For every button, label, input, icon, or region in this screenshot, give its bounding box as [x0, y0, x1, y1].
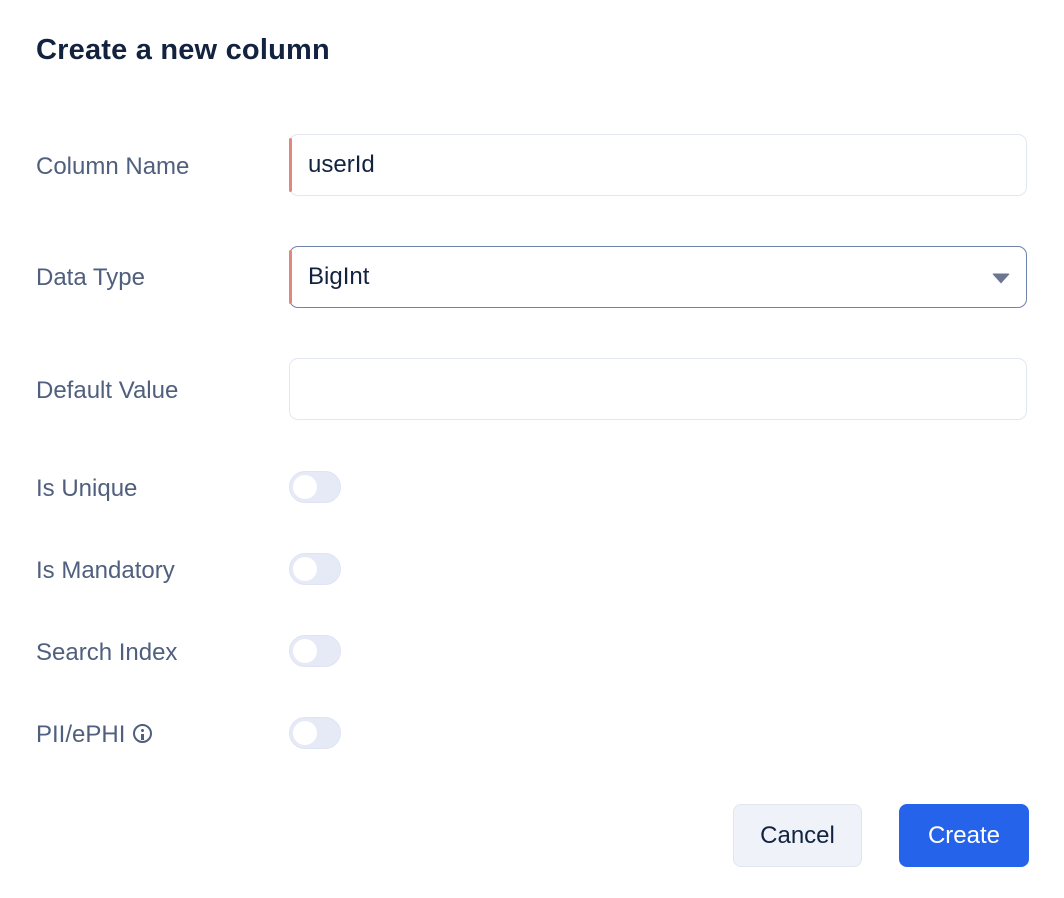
- data-type-value: BigInt: [308, 263, 370, 290]
- cancel-button[interactable]: Cancel: [733, 804, 862, 867]
- column-name-input[interactable]: userId: [288, 134, 1027, 196]
- toggle-knob: [293, 557, 317, 581]
- chevron-down-icon: [992, 273, 1010, 284]
- default-value-label: Default Value: [36, 377, 179, 404]
- pii-ephi-label: PII/ePHI: [36, 721, 126, 748]
- is-mandatory-toggle[interactable]: [289, 553, 341, 585]
- dialog-title: Create a new column: [36, 34, 330, 66]
- is-unique-toggle[interactable]: [289, 471, 341, 503]
- toggle-knob: [293, 639, 317, 663]
- search-index-label: Search Index: [36, 639, 178, 666]
- toggle-knob: [293, 721, 317, 745]
- column-name-label: Column Name: [36, 153, 190, 180]
- is-mandatory-label: Is Mandatory: [36, 557, 175, 584]
- toggle-knob: [293, 475, 317, 499]
- pii-ephi-toggle[interactable]: [289, 717, 341, 749]
- is-unique-label: Is Unique: [36, 475, 138, 502]
- search-index-toggle[interactable]: [289, 635, 341, 667]
- data-type-label: Data Type: [36, 264, 145, 291]
- data-type-select[interactable]: BigInt: [288, 246, 1027, 308]
- column-name-value: userId: [308, 151, 375, 178]
- default-value-input[interactable]: [289, 358, 1027, 420]
- create-button[interactable]: Create: [899, 804, 1029, 867]
- pii-ephi-label-row: PII/ePHI: [36, 721, 153, 749]
- info-icon[interactable]: [133, 724, 153, 744]
